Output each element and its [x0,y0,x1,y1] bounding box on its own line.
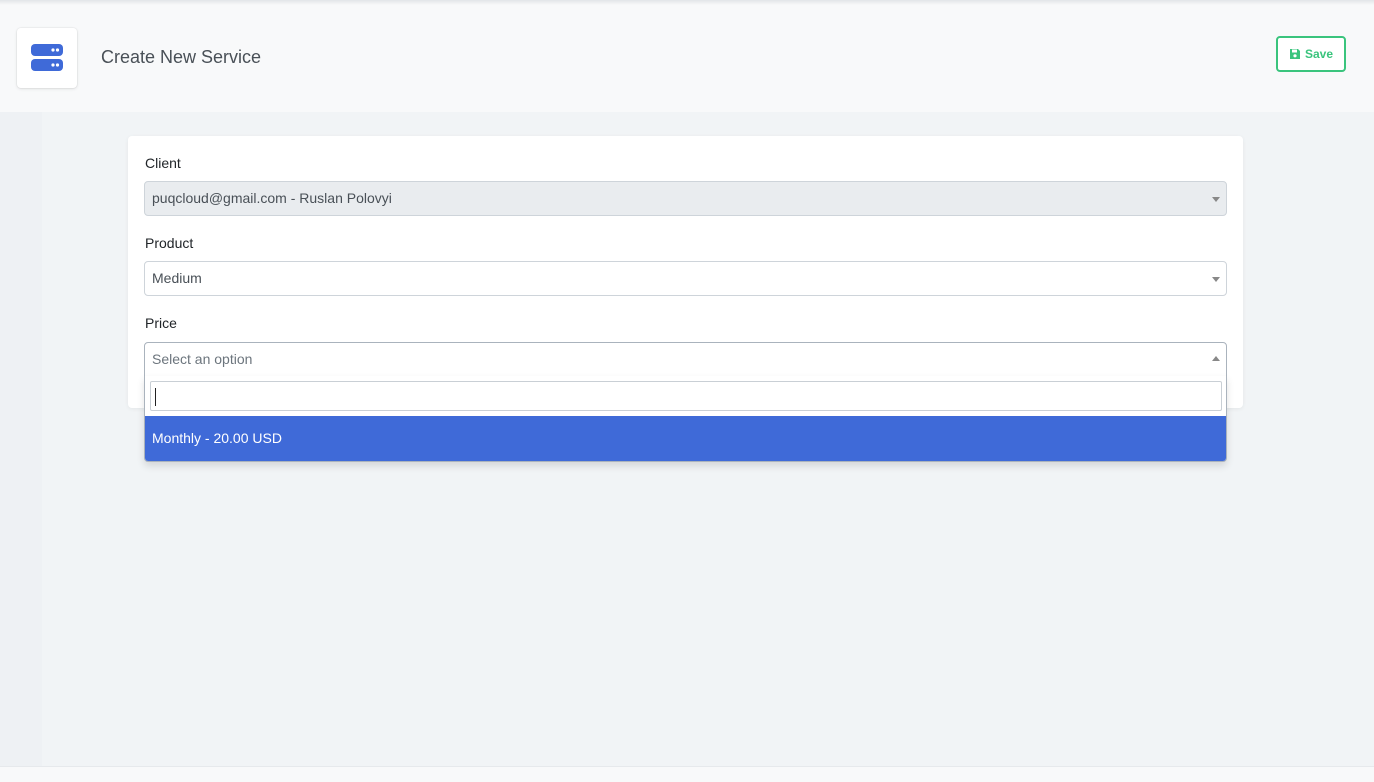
save-button-label: Save [1304,47,1334,61]
chevron-up-icon [1212,356,1220,361]
price-option-monthly[interactable]: Monthly - 20.00 USD [145,416,1226,461]
product-label: Product [145,235,194,251]
page-title: Create New Service [101,47,262,67]
server-icon [17,28,77,88]
client-select-value: puqcloud@gmail.com - Ruslan Polovyi [152,190,392,206]
text-caret [155,388,156,406]
client-label: Client [145,155,181,171]
price-select-placeholder: Select an option [152,351,253,367]
price-search-input[interactable] [150,381,1222,411]
floppy-disk-icon [1289,49,1300,59]
page-header: Create New Service Save [0,5,1374,112]
product-select-value: Medium [152,270,202,286]
footer-bar [0,766,1374,782]
client-select[interactable]: puqcloud@gmail.com - Ruslan Polovyi [144,181,1227,216]
product-select[interactable]: Medium [144,261,1227,296]
price-dropdown: Monthly - 20.00 USD [144,376,1227,462]
save-button[interactable]: Save [1276,36,1346,72]
price-label: Price [145,315,177,331]
price-select[interactable]: Select an option [144,342,1227,377]
chevron-down-icon [1212,197,1220,202]
chevron-down-icon [1212,277,1220,282]
left-strip [0,112,42,766]
